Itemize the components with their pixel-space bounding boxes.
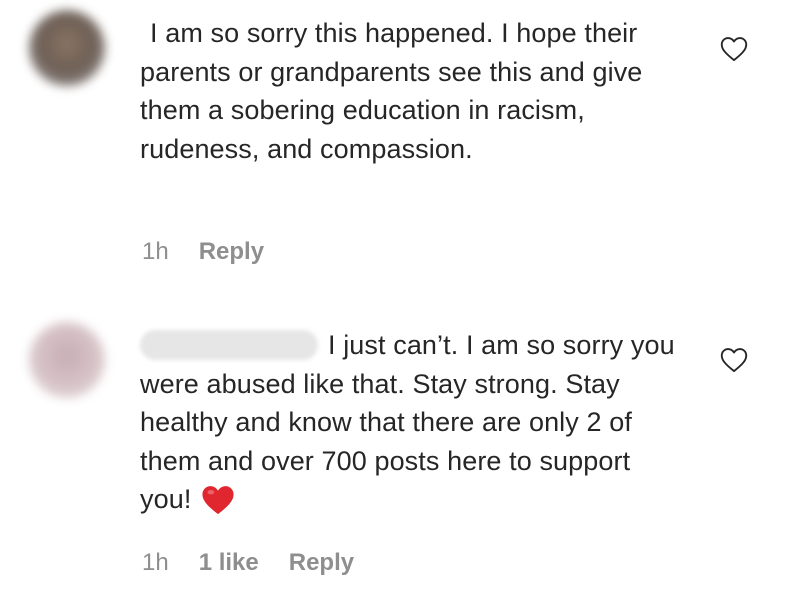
heart-outline-icon[interactable] bbox=[720, 36, 748, 62]
comment-meta: 1h 1 like Reply bbox=[142, 549, 354, 577]
comment-body: I just can’t. I am so sorry you were abu… bbox=[140, 326, 685, 527]
comment-body: I am so sorry this happened. I hope thei… bbox=[140, 14, 685, 168]
comment-meta: 1h Reply bbox=[142, 238, 264, 266]
avatar[interactable] bbox=[29, 322, 105, 398]
reply-button[interactable]: Reply bbox=[199, 238, 264, 266]
avatar[interactable] bbox=[29, 10, 105, 86]
comment-timestamp[interactable]: 1h bbox=[142, 238, 169, 266]
reply-button[interactable]: Reply bbox=[289, 549, 354, 577]
red-heart-emoji-icon bbox=[201, 484, 235, 527]
heart-outline-icon[interactable] bbox=[720, 347, 748, 373]
comment-timestamp[interactable]: 1h bbox=[142, 549, 169, 577]
username-redacted[interactable] bbox=[140, 330, 318, 360]
like-count[interactable]: 1 like bbox=[199, 549, 259, 577]
comment-text: I am so sorry this happened. I hope thei… bbox=[140, 18, 643, 164]
